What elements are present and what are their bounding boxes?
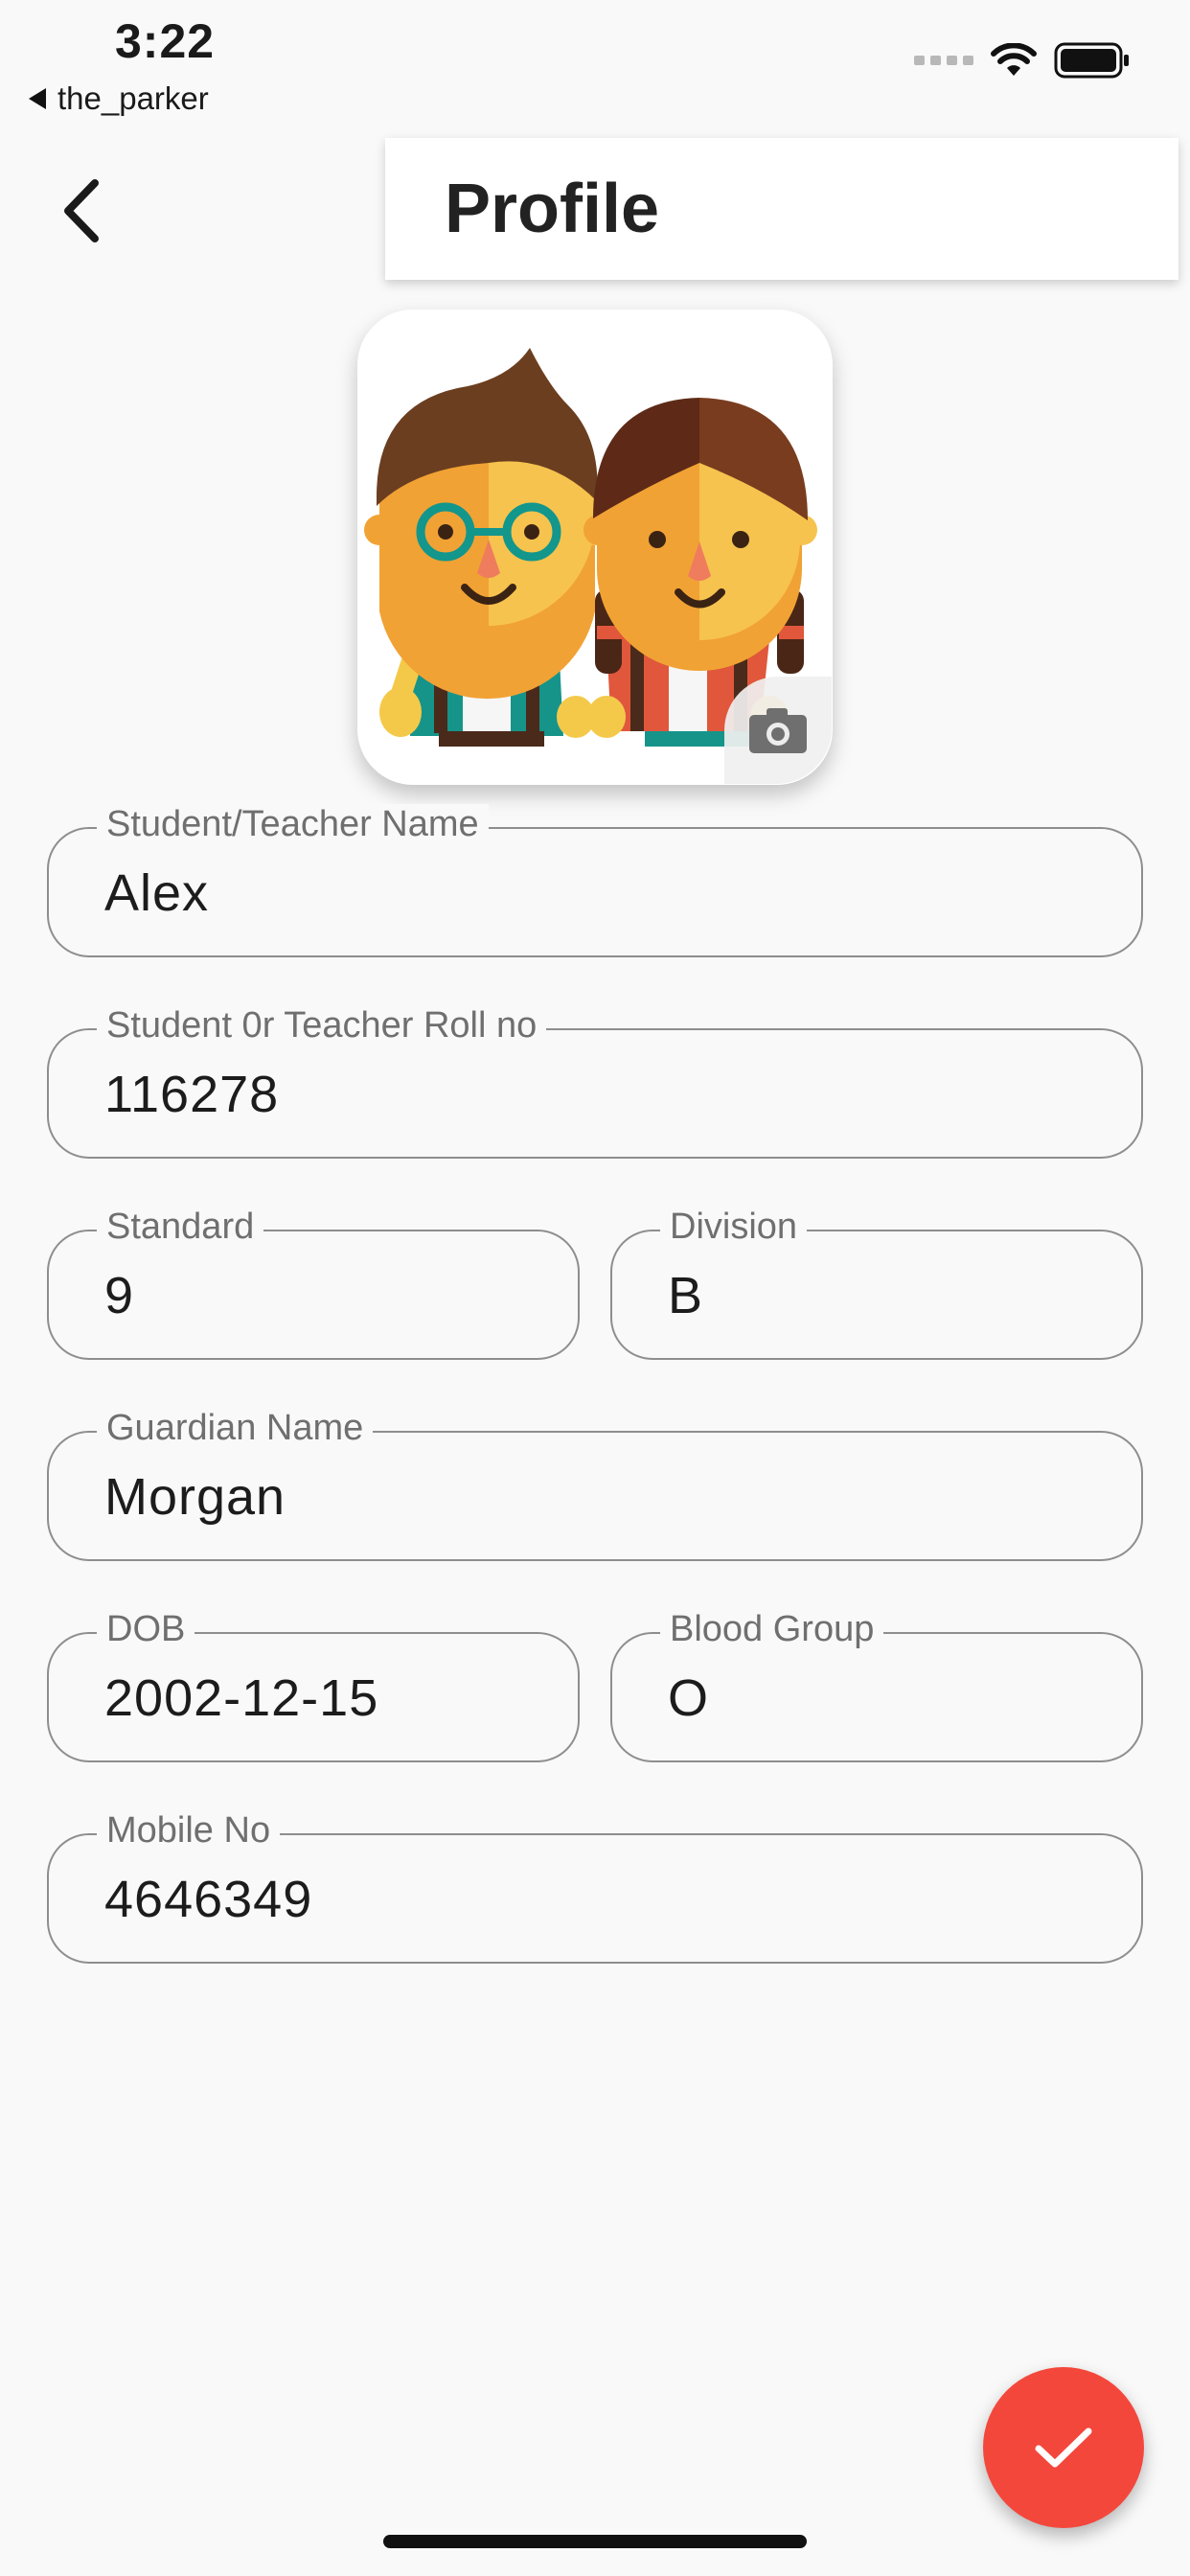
field-label: Standard [97,1207,264,1248]
field-value: 4646349 [104,1871,313,1928]
field-value: Alex [104,864,210,922]
field-value: B [668,1267,704,1324]
field-value: 116278 [104,1066,280,1123]
battery-icon [1054,42,1129,79]
student-teacher-name-field[interactable]: Student/Teacher Name Alex [47,804,1143,957]
status-icons [914,42,1131,79]
back-to-app-link[interactable]: the_parker [29,80,209,117]
wifi-icon [991,43,1037,76]
guardian-name-field[interactable]: Guardian Name Morgan [47,1408,1143,1561]
home-indicator[interactable] [383,2535,807,2548]
standard-field[interactable]: Standard 9 [47,1207,580,1360]
field-label: Student/Teacher Name [97,804,489,845]
signal-icon [914,56,973,65]
field-value: 2002-12-15 [104,1669,379,1727]
blood-group-field[interactable]: Blood Group O [610,1609,1143,1762]
mobile-number-field[interactable]: Mobile No 4646349 [47,1810,1143,1964]
chevron-left-icon [64,179,99,242]
back-triangle-icon [29,88,46,109]
field-label: Student 0r Teacher Roll no [97,1005,547,1046]
division-field[interactable]: Division B [610,1207,1143,1360]
back-button[interactable] [48,163,115,259]
title-bar: Profile [385,138,1179,280]
check-icon [1035,2427,1092,2468]
back-app-label: the_parker [57,80,209,116]
field-value: 9 [104,1267,135,1324]
roll-number-field[interactable]: Student 0r Teacher Roll no 116278 [47,1005,1143,1159]
field-label: Division [660,1207,808,1248]
page-title: Profile [445,171,660,247]
field-label: Guardian Name [97,1408,374,1449]
field-label: Mobile No [97,1810,281,1852]
status-time: 3:22 [115,14,216,68]
dob-field[interactable]: DOB 2002-12-15 [47,1609,580,1762]
field-label: DOB [97,1609,195,1650]
camera-icon [749,708,807,753]
field-value: O [668,1669,710,1727]
field-value: Morgan [104,1468,286,1526]
save-button[interactable] [983,2367,1144,2528]
field-label: Blood Group [660,1609,884,1650]
